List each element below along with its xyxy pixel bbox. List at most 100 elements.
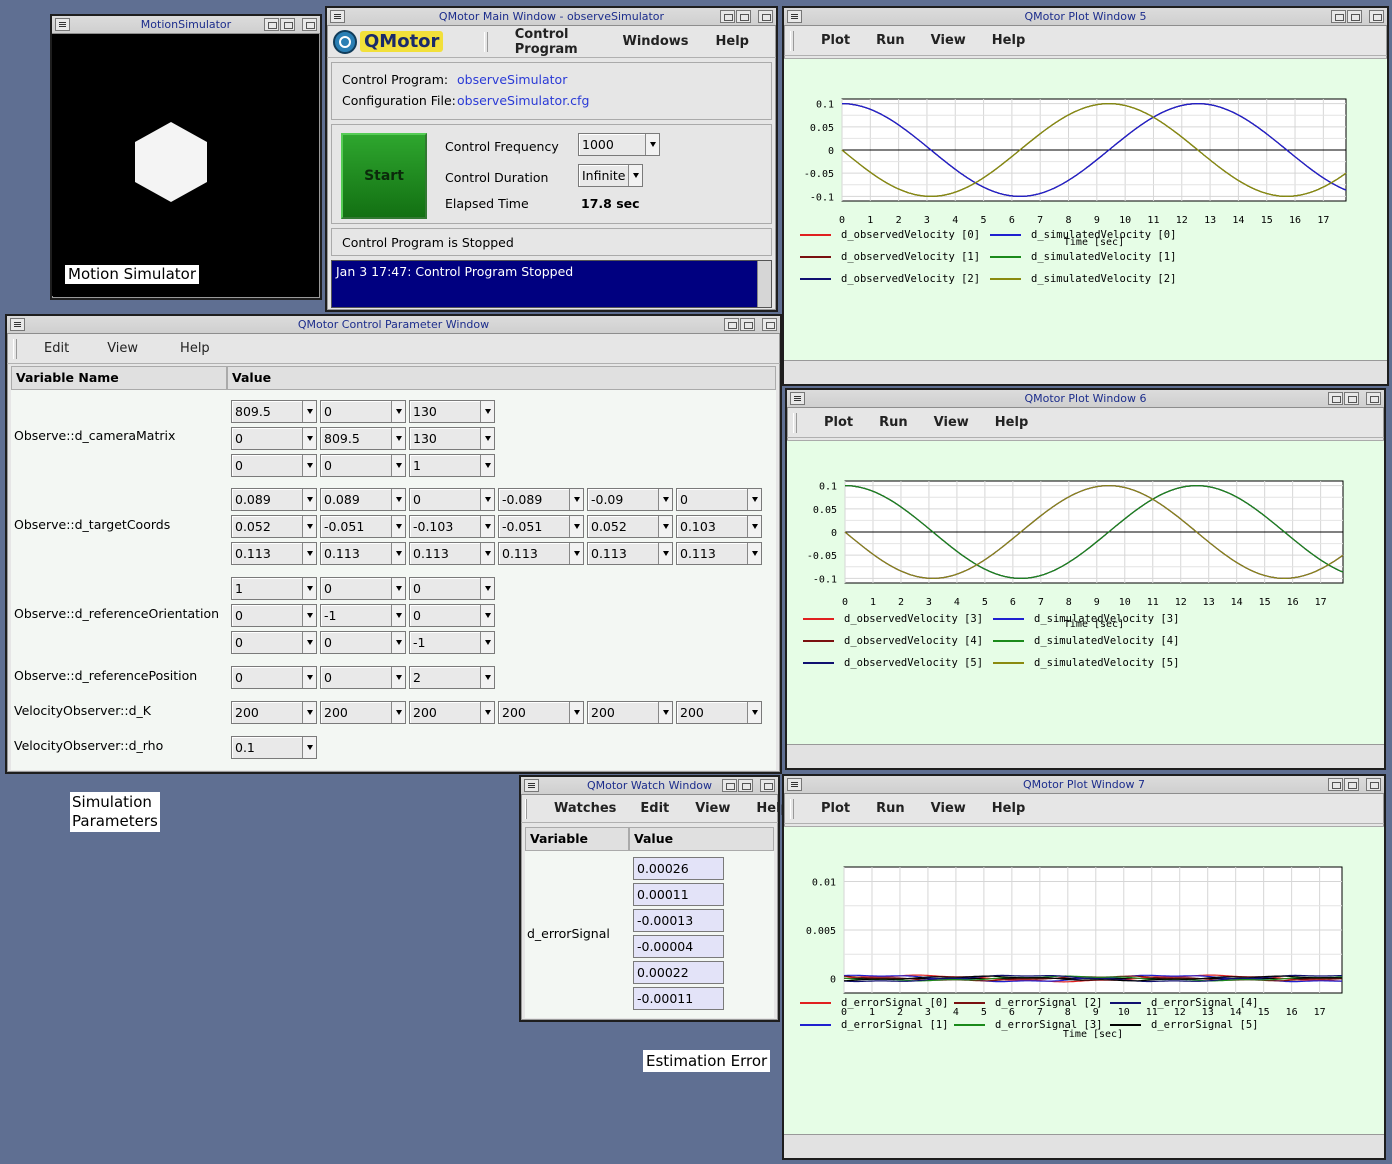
close-icon[interactable] bbox=[1366, 392, 1381, 405]
window-menu-icon[interactable] bbox=[10, 318, 25, 331]
window-menu-icon[interactable] bbox=[55, 18, 70, 31]
maximize-icon[interactable] bbox=[1347, 10, 1362, 23]
parameter-value-field[interactable]: 0 bbox=[409, 577, 495, 600]
chevron-down-icon[interactable] bbox=[391, 578, 405, 599]
chevron-down-icon[interactable] bbox=[302, 543, 316, 564]
chevron-down-icon[interactable] bbox=[569, 543, 583, 564]
parameter-value-field[interactable]: 809.5 bbox=[320, 427, 406, 450]
parameter-value-field[interactable]: 0.113 bbox=[320, 542, 406, 565]
chevron-down-icon[interactable] bbox=[302, 702, 316, 723]
parameter-value-field[interactable]: 0 bbox=[231, 604, 317, 627]
title-bar[interactable]: QMotor Plot Window 6 bbox=[787, 390, 1384, 408]
title-bar[interactable]: MotionSimulator bbox=[52, 16, 320, 34]
log-scrollbar[interactable] bbox=[757, 261, 771, 307]
minimize-icon[interactable] bbox=[722, 779, 737, 792]
menu-help[interactable]: Help bbox=[992, 33, 1025, 48]
menu-plot[interactable]: Plot bbox=[821, 801, 850, 816]
chevron-down-icon[interactable] bbox=[645, 134, 659, 155]
title-bar[interactable]: QMotor Control Parameter Window bbox=[7, 316, 780, 334]
parameter-value-field[interactable]: 0.052 bbox=[587, 515, 673, 538]
menu-edit[interactable]: Edit bbox=[44, 341, 69, 356]
chevron-down-icon[interactable] bbox=[747, 702, 761, 723]
parameter-value-field[interactable]: 0.052 bbox=[231, 515, 317, 538]
parameter-value-field[interactable]: 200 bbox=[587, 701, 673, 724]
chevron-down-icon[interactable] bbox=[302, 455, 316, 476]
chevron-down-icon[interactable] bbox=[391, 401, 405, 422]
menu-view[interactable]: View bbox=[934, 415, 969, 430]
column-header-variable-name[interactable]: Variable Name bbox=[525, 827, 629, 868]
chevron-down-icon[interactable] bbox=[480, 702, 494, 723]
column-header-value[interactable]: Value bbox=[227, 366, 776, 390]
parameter-value-field[interactable]: 200 bbox=[676, 701, 762, 724]
menu-view[interactable]: View bbox=[931, 33, 966, 48]
parameter-value-field[interactable]: 200 bbox=[320, 701, 406, 724]
parameter-value-field[interactable]: 1 bbox=[409, 454, 495, 477]
chevron-down-icon[interactable] bbox=[391, 455, 405, 476]
menu-windows[interactable]: Windows bbox=[622, 34, 688, 49]
chevron-down-icon[interactable] bbox=[747, 489, 761, 510]
parameter-value-field[interactable]: 0 bbox=[320, 454, 406, 477]
parameter-value-field[interactable]: 2 bbox=[409, 666, 495, 689]
parameter-value-field[interactable]: 130 bbox=[409, 427, 495, 450]
parameter-value-field[interactable]: 0.1 bbox=[231, 736, 317, 759]
menu-edit[interactable]: Edit bbox=[640, 801, 669, 816]
parameter-value-field[interactable]: 0 bbox=[231, 666, 317, 689]
minimize-icon[interactable] bbox=[720, 10, 735, 23]
chevron-down-icon[interactable] bbox=[391, 516, 405, 537]
chevron-down-icon[interactable] bbox=[302, 401, 316, 422]
chevron-down-icon[interactable] bbox=[480, 455, 494, 476]
menu-view[interactable]: View bbox=[107, 341, 138, 356]
menu-plot[interactable]: Plot bbox=[824, 415, 853, 430]
parameter-value-field[interactable]: 0 bbox=[320, 666, 406, 689]
chevron-down-icon[interactable] bbox=[569, 516, 583, 537]
menu-run[interactable]: Run bbox=[879, 415, 908, 430]
menu-plot[interactable]: Plot bbox=[821, 33, 850, 48]
parameter-value-field[interactable]: 200 bbox=[498, 701, 584, 724]
title-bar[interactable]: QMotor Main Window - observeSimulator bbox=[327, 8, 776, 26]
chevron-down-icon[interactable] bbox=[391, 702, 405, 723]
parameter-value-field[interactable]: 0 bbox=[320, 577, 406, 600]
parameter-value-field[interactable]: -0.09 bbox=[587, 488, 673, 511]
maximize-icon[interactable] bbox=[736, 10, 751, 23]
chevron-down-icon[interactable] bbox=[391, 543, 405, 564]
minimize-icon[interactable] bbox=[724, 318, 739, 331]
title-bar[interactable]: QMotor Watch Window bbox=[521, 777, 778, 795]
chevron-down-icon[interactable] bbox=[302, 605, 316, 626]
chevron-down-icon[interactable] bbox=[658, 702, 672, 723]
chevron-down-icon[interactable] bbox=[391, 605, 405, 626]
chevron-down-icon[interactable] bbox=[480, 516, 494, 537]
close-icon[interactable] bbox=[758, 10, 773, 23]
chevron-down-icon[interactable] bbox=[480, 543, 494, 564]
close-icon[interactable] bbox=[302, 18, 317, 31]
menu-run[interactable]: Run bbox=[876, 33, 905, 48]
parameter-value-field[interactable]: 0 bbox=[676, 488, 762, 511]
chevron-down-icon[interactable] bbox=[302, 578, 316, 599]
parameter-value-field[interactable]: 0.113 bbox=[498, 542, 584, 565]
start-button[interactable]: Start bbox=[341, 133, 427, 219]
parameter-value-field[interactable]: 0 bbox=[231, 427, 317, 450]
menu-watches[interactable]: Watches bbox=[554, 801, 616, 816]
chevron-down-icon[interactable] bbox=[480, 667, 494, 688]
message-log[interactable]: Jan 3 17:47: Control Program Stopped bbox=[331, 260, 772, 308]
chevron-down-icon[interactable] bbox=[302, 737, 316, 758]
chevron-down-icon[interactable] bbox=[391, 667, 405, 688]
chevron-down-icon[interactable] bbox=[480, 578, 494, 599]
parameter-value-field[interactable]: 809.5 bbox=[231, 400, 317, 423]
parameter-value-field[interactable]: 200 bbox=[409, 701, 495, 724]
chevron-down-icon[interactable] bbox=[747, 543, 761, 564]
column-header-value[interactable]: Value bbox=[629, 827, 774, 851]
chevron-down-icon[interactable] bbox=[480, 605, 494, 626]
window-menu-icon[interactable] bbox=[787, 778, 802, 791]
menu-help[interactable]: Help bbox=[716, 34, 749, 49]
window-menu-icon[interactable] bbox=[330, 10, 345, 23]
chevron-down-icon[interactable] bbox=[480, 428, 494, 449]
parameter-value-field[interactable]: 0 bbox=[409, 604, 495, 627]
menu-control-program[interactable]: Control Program bbox=[515, 27, 596, 57]
parameter-value-field[interactable]: 130 bbox=[409, 400, 495, 423]
parameter-value-field[interactable]: 0.113 bbox=[587, 542, 673, 565]
parameter-value-field[interactable]: 0 bbox=[320, 400, 406, 423]
menu-help[interactable]: Help bbox=[995, 415, 1028, 430]
chevron-down-icon[interactable] bbox=[658, 543, 672, 564]
chevron-down-icon[interactable] bbox=[391, 632, 405, 653]
parameter-value-field[interactable]: 0 bbox=[320, 631, 406, 654]
